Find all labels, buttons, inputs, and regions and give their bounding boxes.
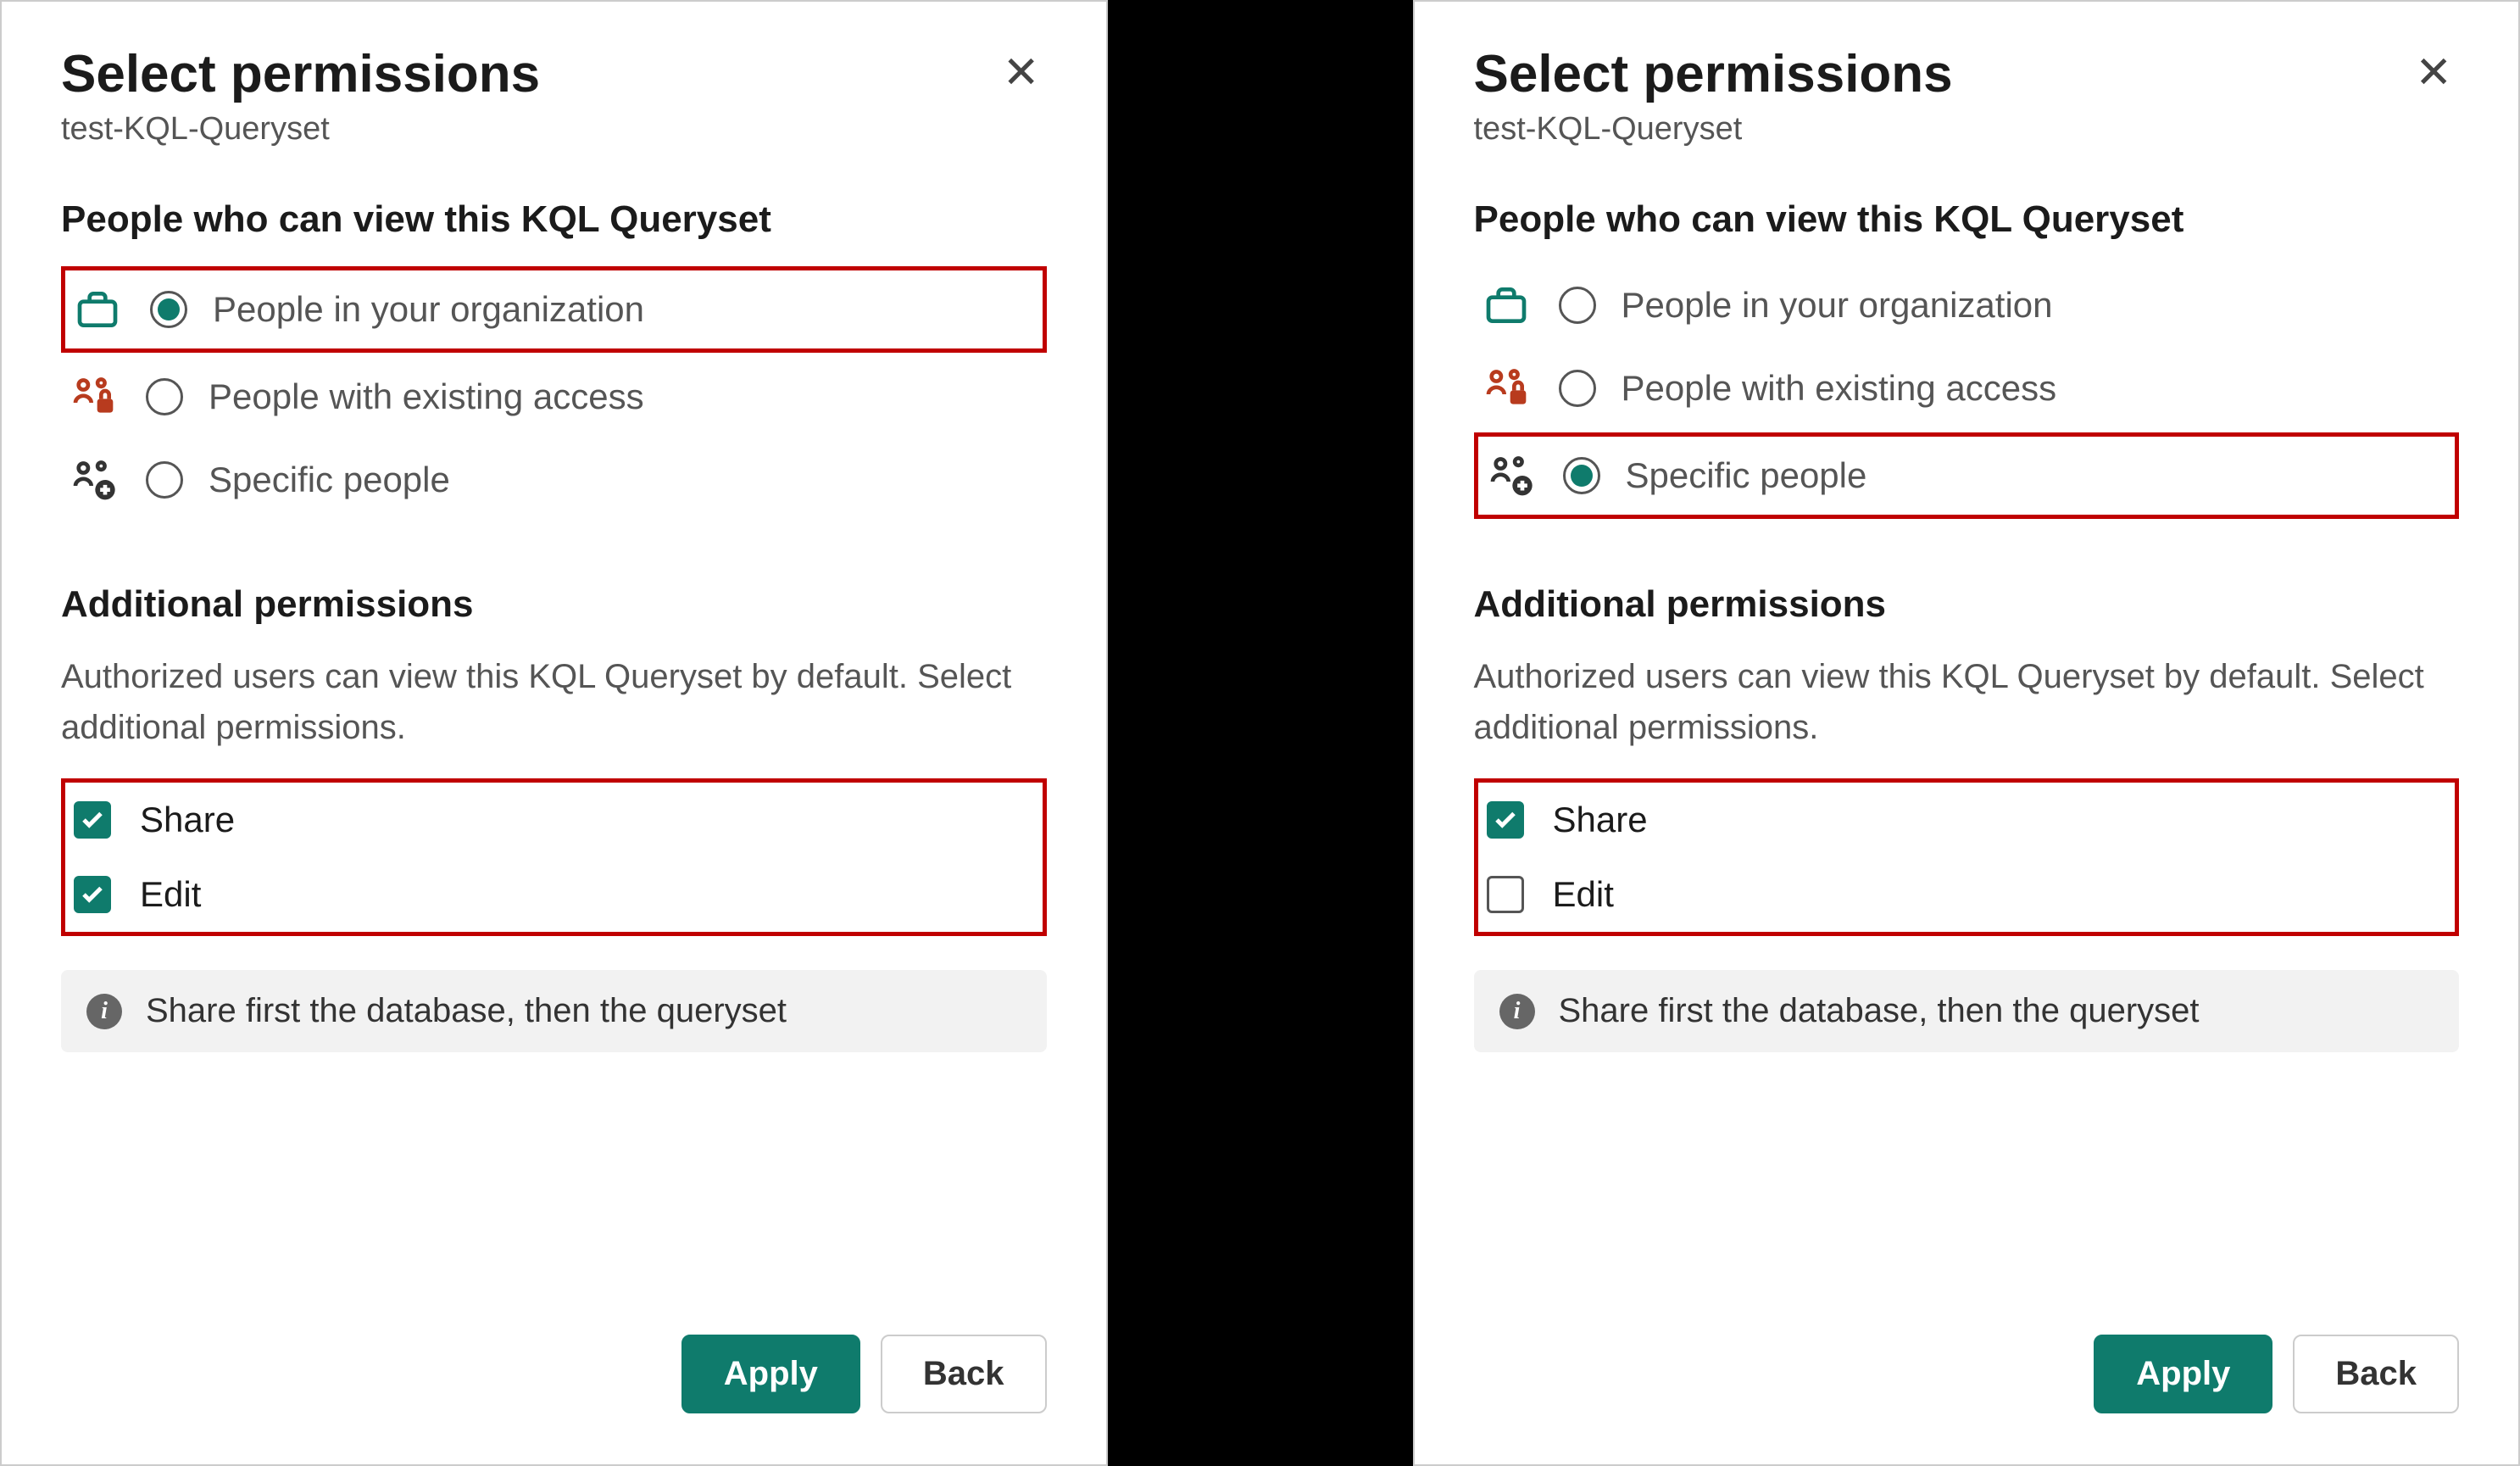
radio-label: Specific people	[1626, 455, 1867, 496]
briefcase-icon	[70, 282, 125, 337]
info-banner: i Share first the database, then the que…	[1474, 970, 2460, 1052]
close-icon[interactable]: ✕	[2408, 44, 2459, 102]
permissions-dialog-left: Select permissions ✕ test-KQL-Queryset P…	[0, 0, 1108, 1466]
info-icon: i	[86, 994, 122, 1029]
info-text: Share first the database, then the query…	[1559, 992, 2200, 1030]
close-icon[interactable]: ✕	[996, 44, 1047, 102]
viewers-heading: People who can view this KQL Queryset	[61, 198, 1047, 241]
radio-input[interactable]	[1563, 457, 1600, 494]
checkbox-group: Share Edit	[61, 778, 1047, 936]
radio-people-organization[interactable]: People in your organization	[1474, 266, 2460, 344]
people-add-icon	[1483, 449, 1538, 503]
additional-heading: Additional permissions	[1474, 583, 2460, 626]
additional-permissions-section: Additional permissions Authorized users …	[1474, 583, 2460, 970]
additional-heading: Additional permissions	[61, 583, 1047, 626]
checkbox-label: Edit	[1553, 874, 1614, 915]
radio-specific-people[interactable]: Specific people	[61, 441, 1047, 519]
radio-people-organization[interactable]: People in your organization	[61, 266, 1047, 353]
back-button[interactable]: Back	[881, 1335, 1047, 1413]
apply-button[interactable]: Apply	[681, 1335, 860, 1413]
dialog-header: Select permissions ✕	[1474, 44, 2460, 104]
helper-text: Authorized users can view this KQL Query…	[1474, 651, 2460, 753]
info-icon: i	[1499, 994, 1535, 1029]
checkbox-share[interactable]: Share	[74, 800, 1034, 840]
checkbox-edit[interactable]: Edit	[1487, 874, 2447, 915]
people-lock-icon	[1479, 361, 1533, 415]
radio-label: People with existing access	[1622, 368, 2057, 409]
checkbox-input[interactable]	[74, 801, 111, 839]
radio-label: Specific people	[209, 460, 450, 500]
dialog-footer: Apply Back	[1474, 1335, 2460, 1413]
dialog-title: Select permissions	[1474, 44, 1953, 104]
checkbox-input[interactable]	[1487, 801, 1524, 839]
radio-input[interactable]	[1559, 287, 1596, 324]
checkbox-edit[interactable]: Edit	[74, 874, 1034, 915]
radio-label: People with existing access	[209, 376, 644, 417]
helper-text: Authorized users can view this KQL Query…	[61, 651, 1047, 753]
briefcase-icon	[1479, 278, 1533, 332]
apply-button[interactable]: Apply	[2094, 1335, 2272, 1413]
checkbox-group: Share Edit	[1474, 778, 2460, 936]
checkbox-label: Edit	[140, 874, 201, 915]
checkbox-share[interactable]: Share	[1487, 800, 2447, 840]
viewers-heading: People who can view this KQL Queryset	[1474, 198, 2460, 241]
radio-input[interactable]	[1559, 370, 1596, 407]
checkbox-input[interactable]	[74, 876, 111, 913]
checkbox-label: Share	[140, 800, 235, 840]
checkbox-input[interactable]	[1487, 876, 1524, 913]
people-add-icon	[66, 453, 120, 507]
dialog-footer: Apply Back	[61, 1335, 1047, 1413]
info-text: Share first the database, then the query…	[146, 992, 787, 1030]
radio-label: People in your organization	[213, 289, 644, 330]
dialog-subtitle: test-KQL-Queryset	[1474, 111, 2460, 148]
info-banner: i Share first the database, then the que…	[61, 970, 1047, 1052]
radio-input[interactable]	[146, 378, 183, 415]
radio-input[interactable]	[150, 291, 187, 328]
dialog-header: Select permissions ✕	[61, 44, 1047, 104]
additional-permissions-section: Additional permissions Authorized users …	[61, 583, 1047, 970]
people-lock-icon	[66, 370, 120, 424]
dialog-title: Select permissions	[61, 44, 540, 104]
radio-specific-people[interactable]: Specific people	[1474, 432, 2460, 519]
permissions-dialog-right: Select permissions ✕ test-KQL-Queryset P…	[1413, 0, 2520, 1466]
checkbox-label: Share	[1553, 800, 1648, 840]
dialog-subtitle: test-KQL-Queryset	[61, 111, 1047, 148]
radio-label: People in your organization	[1622, 285, 2053, 326]
radio-people-existing-access[interactable]: People with existing access	[61, 358, 1047, 436]
radio-people-existing-access[interactable]: People with existing access	[1474, 349, 2460, 427]
back-button[interactable]: Back	[2293, 1335, 2459, 1413]
radio-input[interactable]	[146, 461, 183, 499]
